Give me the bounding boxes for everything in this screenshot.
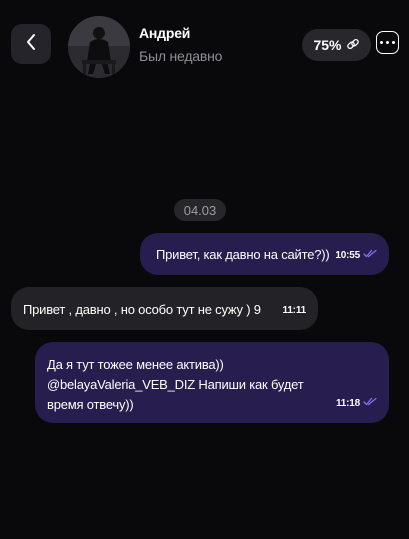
message-outgoing[interactable]: Да я тут тожее менее актива)) @belayaVal…	[35, 342, 389, 423]
link-icon	[346, 37, 360, 54]
message-time: 10:55	[335, 250, 360, 261]
more-dots-icon	[380, 41, 383, 44]
chat-header: Андрей Был недавно 75%	[0, 0, 409, 90]
message-time: 11:11	[282, 305, 307, 316]
match-percent-label: 75%	[313, 37, 342, 53]
message-outgoing[interactable]: Привет, как давно на сайте?)) 10:55	[140, 233, 389, 275]
message-incoming[interactable]: Привет , давно , но особо тут не сужу ) …	[11, 287, 318, 330]
double-check-icon	[363, 394, 377, 414]
message-text-line: время отвечу))	[47, 397, 134, 412]
date-separator: 04.03	[174, 199, 226, 221]
match-percent-button[interactable]: 75%	[302, 29, 371, 61]
message-time: 11:18	[335, 398, 360, 409]
double-check-icon	[363, 246, 377, 266]
avatar[interactable]	[68, 16, 130, 78]
contact-name: Андрей	[139, 25, 191, 41]
message-text-line: @belayaValeria_VEB_DIZ Напиши как будет	[47, 377, 304, 392]
message-text-line: Да я тут тожее менее актива))	[47, 357, 224, 372]
chevron-left-icon	[25, 33, 37, 56]
message-text: Привет, как давно на сайте?))	[156, 247, 330, 262]
more-options-button[interactable]	[376, 31, 399, 54]
message-text: Привет , давно , но особо тут не сужу ) …	[23, 302, 261, 317]
back-button[interactable]	[11, 24, 51, 64]
contact-status: Был недавно	[139, 48, 223, 64]
